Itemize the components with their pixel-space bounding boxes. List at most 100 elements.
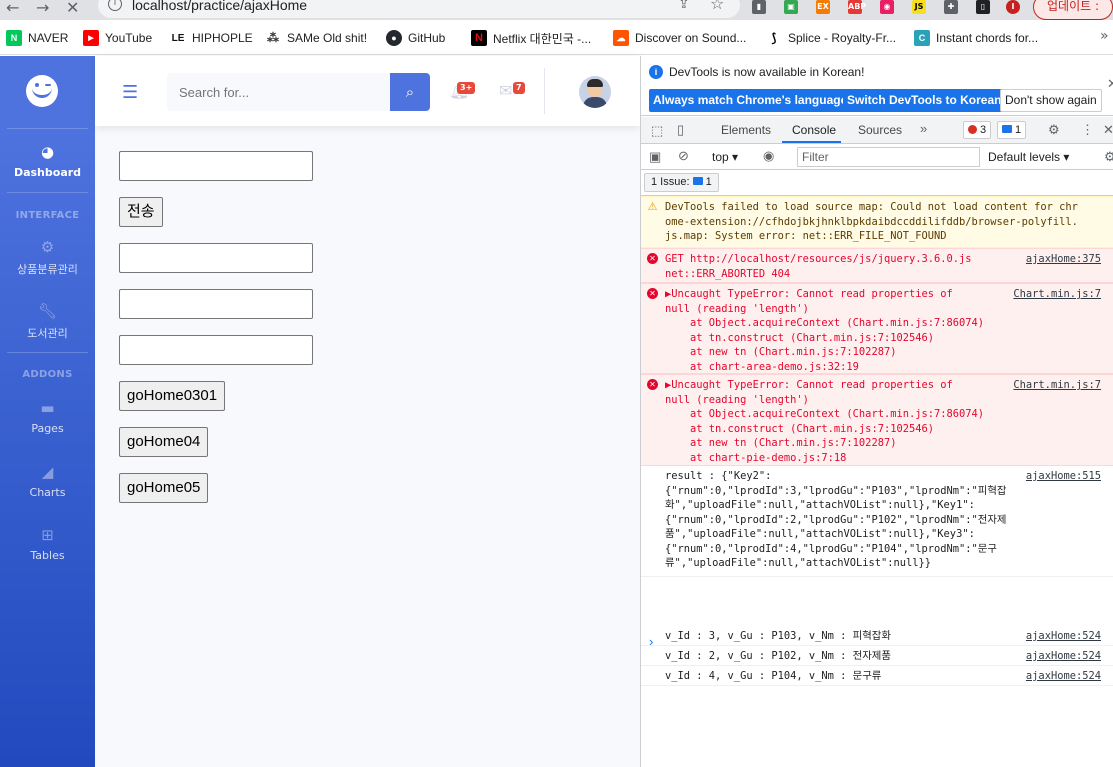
bookmark-hiphople[interactable]: LE HIPHOPLE	[170, 29, 253, 47]
bookmark-github[interactable]: ● GitHub	[386, 29, 445, 47]
browser-toolbar: ← → ✕ i localhost/practice/ajaxHome ⇪ ☆ …	[0, 0, 1113, 20]
forward-arrow-icon[interactable]: →	[36, 0, 49, 17]
address-bar[interactable]: i localhost/practice/ajaxHome ⇪ ☆	[98, 0, 740, 18]
source-link[interactable]: ajaxHome:524	[1026, 669, 1101, 684]
search-button[interactable]: ⌕	[390, 73, 430, 111]
console-message-log[interactable]: v_Id : 3, v_Gu : P103, v_Nm : 피혁잡화 ajaxHo…	[641, 626, 1113, 646]
kebab-menu-icon[interactable]: ⋮	[1081, 122, 1094, 138]
table-icon: ⊞	[41, 526, 54, 544]
console-filter-input[interactable]: Filter	[797, 147, 980, 167]
sidebar-item-book-management[interactable]: 🔧︎ 도서관리	[0, 302, 95, 341]
gohome04-button[interactable]: goHome04	[119, 427, 209, 457]
sidebar-heading-addons: ADDONS	[22, 369, 73, 380]
stop-loading-icon[interactable]: ✕	[66, 0, 79, 17]
main-content: ☰ ⌕ 🔔︎ 3+ ✉ 7 전송 goHome0301 goHome04 goH…	[95, 56, 640, 767]
back-arrow-icon[interactable]: ←	[6, 0, 19, 17]
console-message-warn[interactable]: ⚠ DevTools failed to load source map: Cou…	[641, 196, 1113, 248]
youtube-icon: ▶	[83, 30, 99, 46]
search-input[interactable]	[167, 73, 390, 111]
source-link[interactable]: ajaxHome:524	[1026, 649, 1101, 664]
send-button[interactable]: 전송	[119, 197, 163, 227]
extension-icon[interactable]: EX	[816, 0, 830, 14]
side-panel-icon[interactable]: ▯	[976, 0, 990, 14]
console-message-text: ▶Uncaught TypeError: Cannot read propert…	[665, 288, 985, 373]
inspect-element-icon[interactable]: ⬚	[651, 123, 663, 139]
tab-elements[interactable]: Elements	[721, 123, 771, 137]
source-link[interactable]: ajaxHome:524	[1026, 629, 1101, 644]
tab-console[interactable]: Console	[792, 123, 836, 137]
source-link[interactable]: Chart.min.js:7	[1013, 378, 1101, 393]
source-link[interactable]: ajaxHome:515	[1026, 469, 1101, 484]
log-levels-dropdown[interactable]: Default levels ▾	[988, 150, 1069, 164]
console-message-log[interactable]: result : {"Key2": {"rnum":0,"lprodId":3,…	[641, 466, 1113, 577]
brand-laugh-wink-icon[interactable]	[26, 75, 58, 107]
extension-icon[interactable]: ◉	[880, 0, 894, 14]
url-text[interactable]: localhost/practice/ajaxHome	[132, 0, 307, 13]
console-message-log[interactable]: v_Id : 4, v_Gu : P104, v_Nm : 문구류 ajaxHom…	[641, 666, 1113, 686]
bookmark-star-icon[interactable]: ☆	[710, 0, 724, 13]
sidebar-item-charts[interactable]: ◢ Charts	[0, 463, 95, 499]
bookmarks-bar: N NAVER ▶ YouTube LE HIPHOPLE ⁂ SAMe Old shi…	[0, 20, 1113, 55]
sidebar-item-tables[interactable]: ⊞ Tables	[0, 526, 95, 562]
adblock-icon[interactable]: ABP	[848, 0, 866, 14]
user-avatar[interactable]	[579, 76, 611, 108]
js-extension-icon[interactable]: JS	[912, 0, 926, 14]
naver-icon: N	[6, 30, 22, 46]
sidebar-item-pages[interactable]: ▬ Pages	[0, 399, 95, 435]
bookmark-netflix[interactable]: N Netflix 대한민국 -...	[471, 29, 591, 47]
console-settings-icon[interactable]: ⚙	[1104, 149, 1113, 165]
bookmark-soundcloud[interactable]: ☁ Discover on Sound...	[613, 29, 746, 47]
settings-gear-icon[interactable]: ⚙	[1048, 122, 1060, 138]
issues-counter[interactable]: 1	[997, 121, 1027, 139]
context-selector[interactable]: top ▾	[712, 150, 738, 164]
text-input-3[interactable]	[119, 289, 313, 319]
console-prompt-icon[interactable]: ›	[649, 634, 653, 649]
issues-link[interactable]: 1 Issue: 1	[644, 173, 719, 192]
sidebar-item-dashboard[interactable]: ◕ Dashboard	[0, 143, 95, 179]
more-tabs-icon[interactable]: »	[920, 121, 927, 136]
console-message-log[interactable]: v_Id : 2, v_Gu : P102, v_Nm : 전자제품 ajaxHo…	[641, 646, 1113, 666]
console-message-text: GET http://localhost/resources/js/jquery…	[665, 253, 972, 280]
dont-show-again-button[interactable]: Don't show again	[1000, 89, 1102, 112]
info-icon: i	[649, 65, 663, 79]
bookmark-splice[interactable]: ⟆ Splice - Royalty-Fr...	[766, 29, 896, 47]
issues-bar: 1 Issue: 1	[641, 170, 1113, 196]
console-message-text: v_Id : 3, v_Gu : P103, v_Nm : 피혁잡화	[665, 630, 891, 642]
bookmark-naver[interactable]: N NAVER	[6, 29, 68, 47]
source-link[interactable]: ajaxHome:375	[1026, 252, 1101, 267]
console-message-err[interactable]: ✕ ▶Uncaught TypeError: Cannot read proper…	[641, 374, 1113, 466]
gohome0301-button[interactable]: goHome0301	[119, 381, 226, 411]
update-button[interactable]: 업데이트 :	[1033, 0, 1113, 20]
sidebar-toggle-icon[interactable]: ▣	[649, 149, 661, 165]
text-input-2[interactable]	[119, 243, 313, 273]
console-message-err[interactable]: ✕ ▶Uncaught TypeError: Cannot read proper…	[641, 283, 1113, 374]
bookmark-same[interactable]: ⁂ SAMe Old shit!	[265, 29, 367, 47]
console-message-err[interactable]: ✕ GET http://localhost/resources/js/jquer…	[641, 248, 1113, 283]
clear-console-icon[interactable]: ⊘	[678, 148, 689, 164]
hiphople-icon: LE	[170, 30, 186, 46]
text-input-4[interactable]	[119, 335, 313, 365]
close-icon[interactable]: ✕	[1107, 76, 1113, 92]
gohome05-button[interactable]: goHome05	[119, 473, 209, 503]
menu-toggle-icon[interactable]: ☰	[122, 82, 138, 103]
close-devtools-icon[interactable]: ✕	[1103, 122, 1113, 138]
bookmarks-overflow-icon[interactable]: »	[1100, 28, 1109, 44]
eye-icon[interactable]: ◉	[763, 148, 774, 164]
text-input-1[interactable]	[119, 151, 313, 181]
device-toolbar-icon[interactable]: ▯	[677, 122, 684, 138]
error-counter[interactable]: 3	[963, 121, 992, 139]
always-match-language-button[interactable]: Always match Chrome's language	[649, 89, 852, 112]
extension-icon[interactable]: ▮	[752, 0, 766, 14]
site-info-icon[interactable]: i	[108, 0, 122, 11]
bookmark-youtube[interactable]: ▶ YouTube	[83, 29, 152, 47]
profile-avatar-icon[interactable]: I	[1006, 0, 1020, 14]
share-icon[interactable]: ⇪	[678, 0, 690, 12]
tab-sources[interactable]: Sources	[858, 123, 902, 137]
source-link[interactable]: Chart.min.js:7	[1013, 287, 1101, 302]
bookmark-instant-chords[interactable]: C Instant chords for...	[914, 29, 1038, 47]
switch-to-korean-button[interactable]: Switch DevTools to Korean	[843, 89, 1006, 112]
sidebar-item-product-category[interactable]: ⚙ 상품분류관리	[0, 238, 95, 277]
puzzle-icon[interactable]: ✚	[944, 0, 958, 14]
extension-icon[interactable]: ▣	[784, 0, 798, 14]
envelope-icon[interactable]: ✉	[499, 81, 512, 100]
